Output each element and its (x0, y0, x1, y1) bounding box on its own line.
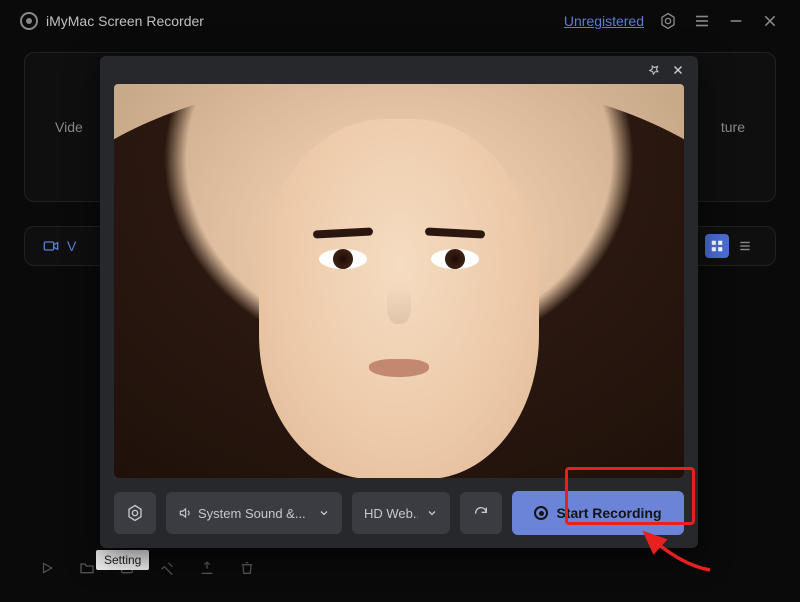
chevron-down-icon (426, 507, 438, 519)
gear-icon (126, 504, 144, 522)
view-toggle (705, 234, 757, 258)
grid-icon (710, 239, 724, 253)
folder-icon[interactable] (78, 559, 96, 577)
close-icon[interactable] (760, 11, 780, 31)
list-view-button[interactable] (733, 234, 757, 258)
titlebar-right: Unregistered (564, 11, 780, 31)
webcam-preview-image (114, 84, 684, 478)
minimize-icon[interactable] (726, 11, 746, 31)
pin-icon[interactable] (646, 62, 662, 78)
unregistered-link[interactable]: Unregistered (564, 13, 644, 29)
video-tab[interactable]: V (43, 238, 76, 254)
share-icon[interactable] (198, 559, 216, 577)
webcam-preview-panel: System Sound &... HD Web... Start Record… (100, 56, 698, 548)
titlebar: iMyMac Screen Recorder Unregistered (0, 0, 800, 42)
start-recording-button[interactable]: Start Recording (512, 491, 684, 535)
titlebar-left: iMyMac Screen Recorder (20, 12, 204, 30)
speaker-icon (178, 506, 192, 520)
camera-source-dropdown[interactable]: HD Web... (352, 492, 450, 534)
preview-settings-button[interactable] (114, 492, 156, 534)
settings-gear-icon[interactable] (658, 11, 678, 31)
refresh-icon (473, 505, 489, 521)
grid-view-button[interactable] (705, 234, 729, 258)
delete-icon[interactable] (238, 559, 256, 577)
app-title: iMyMac Screen Recorder (46, 13, 204, 29)
preview-close-icon[interactable] (670, 62, 686, 78)
video-camera-icon (43, 238, 59, 254)
list-icon (738, 239, 752, 253)
play-icon[interactable] (38, 559, 56, 577)
setting-tooltip: Setting (96, 550, 149, 570)
audio-source-dropdown[interactable]: System Sound &... (166, 492, 342, 534)
menu-icon[interactable] (692, 11, 712, 31)
preview-controls: System Sound &... HD Web... Start Record… (100, 478, 698, 548)
refresh-button[interactable] (460, 492, 502, 534)
record-icon (534, 506, 548, 520)
rename-icon[interactable] (158, 559, 176, 577)
chevron-down-icon (318, 507, 330, 519)
video-tab-label: V (67, 238, 76, 254)
start-recording-label: Start Recording (556, 505, 661, 521)
audio-source-label: System Sound &... (178, 506, 310, 521)
app-logo-icon (20, 12, 38, 30)
camera-source-label: HD Web... (364, 506, 418, 521)
preview-panel-header (100, 56, 698, 84)
